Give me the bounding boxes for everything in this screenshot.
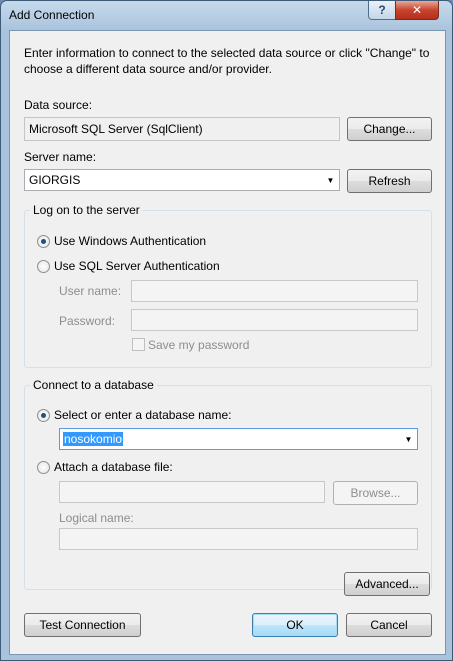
- database-group-legend: Connect to a database: [30, 378, 157, 392]
- logon-group-legend: Log on to the server: [30, 203, 143, 217]
- attach-file-field[interactable]: [59, 481, 325, 503]
- refresh-button-label: Refresh: [368, 174, 411, 188]
- dialog-body: Enter information to connect to the sele…: [9, 30, 446, 655]
- close-button[interactable]: ✕: [395, 1, 439, 20]
- cancel-button-label: Cancel: [370, 618, 408, 632]
- intro-text: Enter information to connect to the sele…: [24, 46, 430, 76]
- cancel-button[interactable]: Cancel: [346, 613, 432, 637]
- user-name-field[interactable]: [131, 280, 418, 302]
- attach-file-label[interactable]: Attach a database file:: [54, 460, 173, 474]
- test-connection-label: Test Connection: [39, 618, 126, 632]
- sql-auth-label[interactable]: Use SQL Server Authentication: [54, 259, 220, 273]
- chevron-down-icon[interactable]: ▼: [322, 170, 339, 190]
- test-connection-button[interactable]: Test Connection: [24, 613, 141, 637]
- database-name-combo[interactable]: nosokomio ▼: [59, 428, 418, 450]
- radio-selected-dot: [41, 239, 46, 244]
- save-password-checkbox[interactable]: [132, 338, 145, 351]
- logical-name-field[interactable]: [59, 528, 418, 550]
- window-title: Add Connection: [9, 8, 95, 22]
- refresh-button[interactable]: Refresh: [347, 169, 432, 193]
- browse-button[interactable]: Browse...: [333, 481, 418, 505]
- user-name-label: User name:: [59, 284, 122, 298]
- data-source-label: Data source:: [24, 98, 93, 112]
- sql-auth-radio[interactable]: [37, 260, 50, 273]
- password-label: Password:: [59, 314, 116, 328]
- logical-name-label: Logical name:: [59, 511, 134, 525]
- data-source-field: Microsoft SQL Server (SqlClient): [24, 117, 340, 141]
- advanced-button-label: Advanced...: [355, 577, 419, 591]
- attach-file-radio[interactable]: [37, 461, 50, 474]
- server-name-combo[interactable]: GIORGIS ▼: [24, 169, 340, 191]
- password-field[interactable]: [131, 309, 418, 331]
- help-button[interactable]: ?: [368, 1, 396, 20]
- data-source-value: Microsoft SQL Server (SqlClient): [29, 122, 203, 136]
- browse-button-label: Browse...: [350, 486, 401, 500]
- radio-selected-dot: [41, 413, 46, 418]
- select-database-radio[interactable]: [37, 409, 50, 422]
- ok-button[interactable]: OK: [252, 613, 338, 637]
- server-name-value: GIORGIS: [29, 173, 81, 187]
- ok-button-label: OK: [286, 618, 304, 632]
- help-icon: ?: [378, 3, 386, 17]
- chevron-down-icon[interactable]: ▼: [400, 429, 417, 449]
- select-database-label[interactable]: Select or enter a database name:: [54, 408, 231, 422]
- save-password-label[interactable]: Save my password: [148, 338, 249, 352]
- close-icon: ✕: [411, 3, 423, 17]
- server-name-label: Server name:: [24, 150, 97, 164]
- windows-auth-radio[interactable]: [37, 235, 50, 248]
- windows-auth-label[interactable]: Use Windows Authentication: [54, 234, 206, 248]
- change-button[interactable]: Change...: [347, 117, 432, 141]
- advanced-button[interactable]: Advanced...: [344, 572, 430, 596]
- change-button-label: Change...: [363, 122, 416, 136]
- title-bar: Add Connection ? ✕: [1, 1, 452, 30]
- database-name-value: nosokomio: [63, 432, 124, 446]
- add-connection-dialog: Add Connection ? ✕ Enter information to …: [0, 0, 453, 661]
